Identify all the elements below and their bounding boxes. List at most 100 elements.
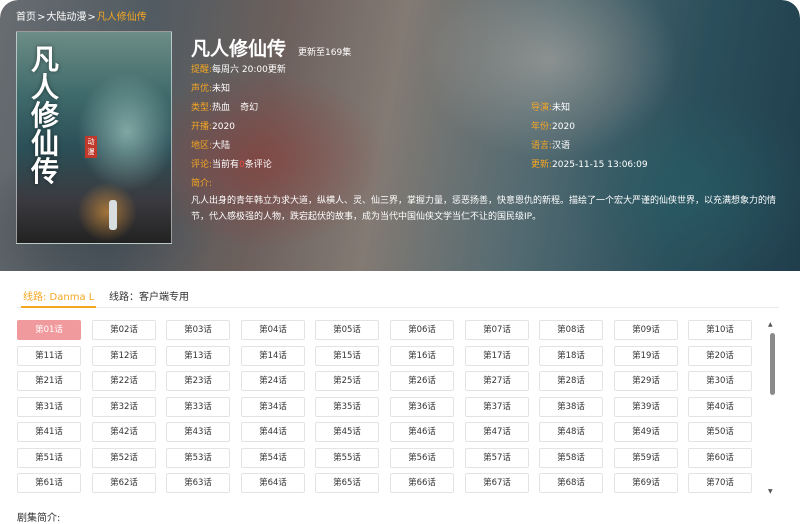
show-info: 凡人修仙传 更新至169集 提醒:每周六 20:00更新 声优:未知 类型:热血… [191, 34, 791, 222]
episode-button[interactable]: 第10话 [688, 320, 752, 340]
episode-button[interactable]: 第23话 [166, 371, 230, 391]
tab-source-danma[interactable]: 线路: Danma L [20, 288, 97, 308]
episode-button[interactable]: 第12话 [92, 346, 156, 366]
episode-button[interactable]: 第08话 [539, 320, 603, 340]
episode-button[interactable]: 第15话 [315, 346, 379, 366]
genre-tag[interactable]: 热血 [212, 103, 230, 113]
episode-button[interactable]: 第19话 [614, 346, 678, 366]
episode-button[interactable]: 第11话 [17, 346, 81, 366]
episode-button[interactable]: 第29话 [614, 371, 678, 391]
poster-image: 凡人修仙传 动漫 [16, 31, 172, 244]
episode-button[interactable]: 第36话 [390, 397, 454, 417]
episode-button[interactable]: 第14话 [241, 346, 305, 366]
episode-button[interactable]: 第54话 [241, 448, 305, 468]
episode-button[interactable]: 第49话 [614, 422, 678, 442]
episode-button[interactable]: 第42话 [92, 422, 156, 442]
episode-button[interactable]: 第59话 [614, 448, 678, 468]
breadcrumb-separator: > [37, 12, 46, 23]
episode-button[interactable]: 第37话 [465, 397, 529, 417]
episode-button[interactable]: 第30话 [688, 371, 752, 391]
episode-button[interactable]: 第28话 [539, 371, 603, 391]
episode-button[interactable]: 第70话 [688, 473, 752, 493]
episode-button[interactable]: 第66话 [390, 473, 454, 493]
episode-button[interactable]: 第51话 [17, 448, 81, 468]
episode-button[interactable]: 第01话 [17, 320, 81, 340]
episode-button[interactable]: 第03话 [166, 320, 230, 340]
update-status: 更新至169集 [298, 48, 352, 58]
episode-button[interactable]: 第58话 [539, 448, 603, 468]
episode-button[interactable]: 第67话 [465, 473, 529, 493]
intro-label-row: 简介: [191, 179, 213, 189]
show-title: 凡人修仙传 [191, 38, 287, 60]
episode-button[interactable]: 第62话 [92, 473, 156, 493]
director-row: 导演:未知 [531, 103, 571, 113]
tab-source-client[interactable]: 线路：客户端专用 [109, 288, 189, 303]
breadcrumb-current: 凡人修仙传 [96, 12, 147, 23]
episode-button[interactable]: 第32话 [92, 397, 156, 417]
episode-button[interactable]: 第57话 [465, 448, 529, 468]
episode-button[interactable]: 第27话 [465, 371, 529, 391]
episode-button[interactable]: 第45话 [315, 422, 379, 442]
episode-button[interactable]: 第31话 [17, 397, 81, 417]
episode-button[interactable]: 第46话 [390, 422, 454, 442]
episode-button[interactable]: 第25话 [315, 371, 379, 391]
poster-calligraphy: 凡人修仙传 [31, 43, 60, 188]
episode-button[interactable]: 第53话 [166, 448, 230, 468]
episode-button[interactable]: 第43话 [166, 422, 230, 442]
episode-button[interactable]: 第24话 [241, 371, 305, 391]
breadcrumb: 首页>大陆动漫>凡人修仙传 [16, 8, 147, 23]
episode-button[interactable]: 第40话 [688, 397, 752, 417]
episode-button[interactable]: 第17话 [465, 346, 529, 366]
episode-button[interactable]: 第35话 [315, 397, 379, 417]
episode-button[interactable]: 第06话 [390, 320, 454, 340]
episode-button[interactable]: 第39话 [614, 397, 678, 417]
episode-button[interactable]: 第64话 [241, 473, 305, 493]
genre-tag[interactable]: 奇幻 [240, 103, 258, 113]
episode-button[interactable]: 第34话 [241, 397, 305, 417]
episode-button[interactable]: 第05话 [315, 320, 379, 340]
episode-button[interactable]: 第61话 [17, 473, 81, 493]
episode-button[interactable]: 第38话 [539, 397, 603, 417]
episode-button[interactable]: 第22话 [92, 371, 156, 391]
episode-button[interactable]: 第04话 [241, 320, 305, 340]
episode-button[interactable]: 第50话 [688, 422, 752, 442]
page: 首页>大陆动漫>凡人修仙传 凡人修仙传 动漫 凡人修仙传 更新至169集 提醒:… [0, 0, 800, 524]
episode-button[interactable]: 第26话 [390, 371, 454, 391]
poster-figure [109, 200, 117, 230]
episode-button[interactable]: 第16话 [390, 346, 454, 366]
episode-button[interactable]: 第18话 [539, 346, 603, 366]
episode-button[interactable]: 第56话 [390, 448, 454, 468]
episode-button[interactable]: 第09话 [614, 320, 678, 340]
episode-button[interactable]: 第48话 [539, 422, 603, 442]
episode-button[interactable]: 第63话 [166, 473, 230, 493]
episode-button[interactable]: 第21话 [17, 371, 81, 391]
breadcrumb-home[interactable]: 首页 [16, 12, 36, 23]
region-row: 地区:大陆 [191, 141, 231, 151]
source-tabs: 线路: Danma L 线路：客户端专用 [17, 288, 779, 308]
episode-button[interactable]: 第13话 [166, 346, 230, 366]
episode-button[interactable]: 第60话 [688, 448, 752, 468]
episode-button[interactable]: 第55话 [315, 448, 379, 468]
hero-banner: 首页>大陆动漫>凡人修仙传 凡人修仙传 动漫 凡人修仙传 更新至169集 提醒:… [0, 0, 800, 271]
episode-button[interactable]: 第44话 [241, 422, 305, 442]
episode-button[interactable]: 第68话 [539, 473, 603, 493]
episode-button[interactable]: 第33话 [166, 397, 230, 417]
episode-button[interactable]: 第65话 [315, 473, 379, 493]
episode-button[interactable]: 第20话 [688, 346, 752, 366]
episode-button[interactable]: 第52话 [92, 448, 156, 468]
episode-button[interactable]: 第47话 [465, 422, 529, 442]
cast-row: 声优:未知 [191, 84, 231, 94]
breadcrumb-category[interactable]: 大陆动漫 [46, 12, 86, 23]
scroll-down-icon[interactable]: ▼ [768, 488, 773, 495]
scrollbar-thumb[interactable] [770, 333, 775, 395]
intro-text: 凡人出身的青年韩立为求大道，纵横人、灵、仙三界，掌握力量，惩恶扬善，快意恩仇的新… [191, 196, 777, 222]
schedule-row: 提醒:每周六 20:00更新 [191, 65, 286, 75]
episode-button[interactable]: 第69话 [614, 473, 678, 493]
language-row: 语言:汉语 [531, 141, 571, 151]
episode-button[interactable]: 第07话 [465, 320, 529, 340]
episode-button[interactable]: 第02话 [92, 320, 156, 340]
scroll-up-icon[interactable]: ▲ [768, 321, 773, 328]
episode-summary-label: 剧集简介: [17, 513, 61, 524]
episode-button[interactable]: 第41话 [17, 422, 81, 442]
premiere-row: 开播:2020 [191, 122, 235, 132]
